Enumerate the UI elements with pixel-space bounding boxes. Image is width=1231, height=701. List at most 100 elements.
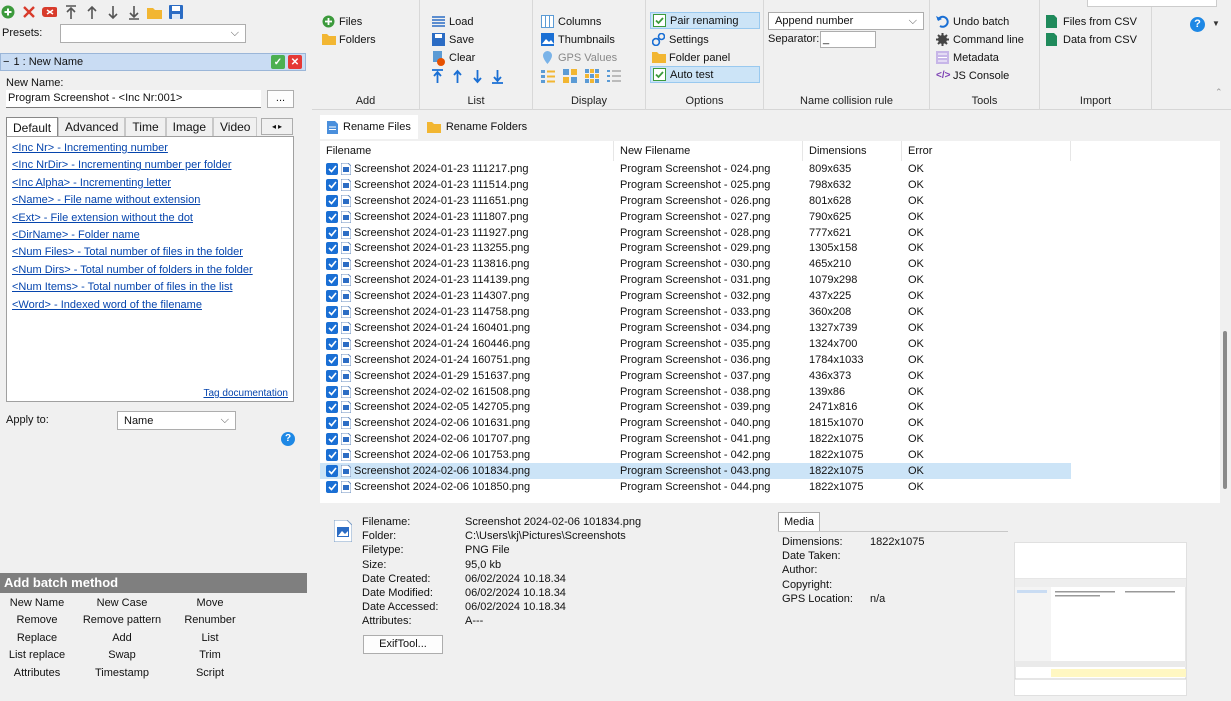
open-folder-icon[interactable] (147, 5, 162, 20)
tag-link[interactable]: <Ext> - File extension without the dot (7, 210, 293, 227)
chevron-left-icon[interactable]: ◂ (272, 122, 276, 131)
move-top-icon[interactable] (63, 4, 78, 20)
batch-method-item[interactable]: New Case (74, 597, 170, 610)
settings-button[interactable]: Settings (652, 31, 709, 48)
tab-rename-folders[interactable]: Rename Folders (420, 115, 534, 139)
row-checkbox[interactable] (326, 353, 338, 366)
list-save-button[interactable]: Save (432, 31, 474, 48)
exiftool-button[interactable]: ExifTool... (363, 635, 443, 654)
batch-method-item[interactable]: Renumber (170, 614, 250, 627)
tag-link[interactable]: <Word> - Indexed word of the filename (7, 297, 293, 314)
row-checkbox[interactable] (326, 433, 338, 446)
tag-tab-advanced[interactable]: Advanced (58, 117, 126, 136)
add-files-button[interactable]: Files (322, 13, 362, 30)
table-row[interactable]: Screenshot 2024-01-23 111217.png Program … (320, 161, 1071, 177)
move-up-icon[interactable] (84, 5, 99, 20)
move-bottom-icon[interactable] (492, 69, 503, 84)
table-row[interactable]: Screenshot 2024-01-29 151637.png Program … (320, 368, 1071, 384)
columns-button[interactable]: Columns (541, 13, 601, 30)
new-name-input[interactable]: Program Screenshot - <Inc Nr:001> (6, 90, 261, 108)
batch-method-item[interactable]: List replace (0, 649, 74, 662)
tag-link[interactable]: <Inc Nr> - Incrementing number (7, 140, 293, 157)
row-checkbox[interactable] (326, 194, 338, 207)
row-checkbox[interactable] (326, 306, 338, 319)
enable-check-icon[interactable]: ✓ (271, 55, 285, 69)
thumbnails-button[interactable]: Thumbnails (541, 31, 615, 48)
row-checkbox[interactable] (326, 210, 338, 223)
row-checkbox[interactable] (326, 242, 338, 255)
js-console-button[interactable]: </> JS Console (936, 67, 1009, 84)
tag-tab-image[interactable]: Image (165, 117, 213, 136)
table-row[interactable]: Screenshot 2024-02-06 101850.png Program … (320, 479, 1071, 495)
add-folders-button[interactable]: Folders (322, 31, 376, 48)
tag-tab-time[interactable]: Time (125, 117, 166, 136)
tag-tab-video[interactable]: Video (213, 117, 258, 136)
table-row[interactable]: Screenshot 2024-01-23 111651.png Program … (320, 193, 1071, 209)
undo-batch-button[interactable]: Undo batch (936, 13, 1009, 30)
collapse-ribbon-icon[interactable]: ⌃ (1215, 87, 1223, 98)
tag-link[interactable]: <DirName> - Folder name (7, 227, 293, 244)
table-row[interactable]: Screenshot 2024-01-23 113816.png Program … (320, 256, 1071, 272)
column-header-dimensions[interactable]: Dimensions (803, 141, 902, 161)
tag-link[interactable]: <Name> - File name without extension (7, 192, 293, 209)
table-row[interactable]: Screenshot 2024-01-23 114758.png Program … (320, 304, 1071, 320)
data-from-csv-button[interactable]: Data from CSV (1046, 31, 1137, 48)
tab-rename-files[interactable]: Rename Files (320, 115, 418, 139)
move-up-icon[interactable] (452, 69, 463, 84)
folder-panel-button[interactable]: Folder panel (652, 49, 730, 66)
row-checkbox[interactable] (326, 480, 338, 493)
batch-method-item[interactable]: Trim (170, 649, 250, 662)
table-row[interactable]: Screenshot 2024-02-05 142705.png Program … (320, 400, 1071, 416)
apply-to-select[interactable]: Name ⌵ (117, 411, 236, 430)
batch-method-item[interactable]: Timestamp (74, 667, 170, 680)
table-row[interactable]: Screenshot 2024-02-06 101631.png Program … (320, 415, 1071, 431)
table-row[interactable]: Screenshot 2024-01-23 111927.png Program … (320, 225, 1071, 241)
row-checkbox[interactable] (326, 290, 338, 303)
table-row[interactable]: Screenshot 2024-02-06 101834.png Program … (320, 463, 1071, 479)
tag-link[interactable]: <Num Dirs> - Total number of folders in … (7, 262, 293, 279)
row-checkbox[interactable] (326, 321, 338, 334)
row-checkbox[interactable] (326, 417, 338, 430)
delete-icon[interactable] (21, 5, 36, 20)
row-checkbox[interactable] (326, 385, 338, 398)
layout-tiles-icon[interactable] (563, 68, 577, 83)
table-row[interactable]: Screenshot 2024-01-23 114139.png Program … (320, 272, 1071, 288)
row-checkbox[interactable] (326, 465, 338, 478)
table-row[interactable]: Screenshot 2024-02-06 101753.png Program … (320, 447, 1071, 463)
batch-method-item[interactable]: Remove pattern (74, 614, 170, 627)
row-checkbox[interactable] (326, 401, 338, 414)
collapse-icon[interactable]: − (3, 56, 9, 68)
batch-method-item[interactable]: Move (170, 597, 250, 610)
move-down-icon[interactable] (472, 69, 483, 84)
row-checkbox[interactable] (326, 226, 338, 239)
tag-link[interactable]: <Inc Alpha> - Incrementing letter (7, 175, 293, 192)
row-checkbox[interactable] (326, 162, 338, 175)
table-row[interactable]: Screenshot 2024-02-06 101707.png Program … (320, 431, 1071, 447)
table-row[interactable]: Screenshot 2024-01-24 160401.png Program … (320, 320, 1071, 336)
command-line-button[interactable]: Command line (936, 31, 1024, 48)
scrollbar-thumb[interactable] (1223, 331, 1227, 489)
batch-method-item[interactable]: Attributes (0, 667, 74, 680)
method-header[interactable]: − 1 : New Name ✓ ✕ (0, 53, 306, 71)
move-down-icon[interactable] (105, 5, 120, 20)
pair-renaming-toggle[interactable]: Pair renaming (650, 12, 760, 29)
row-checkbox[interactable] (326, 178, 338, 191)
chevron-right-icon[interactable]: ▸ (278, 122, 282, 131)
add-icon[interactable] (0, 5, 15, 20)
remove-method-icon[interactable]: ✕ (288, 55, 302, 69)
batch-method-item[interactable]: Script (170, 667, 250, 680)
batch-method-item[interactable]: Add (74, 632, 170, 645)
table-row[interactable]: Screenshot 2024-01-23 113255.png Program … (320, 241, 1071, 257)
move-bottom-icon[interactable] (126, 5, 141, 20)
presets-select[interactable]: ⌵ (60, 24, 246, 43)
column-header-error[interactable]: Error (902, 141, 1071, 161)
table-row[interactable]: Screenshot 2024-01-23 111807.png Program … (320, 209, 1071, 225)
tab-media[interactable]: Media (778, 512, 820, 532)
vertical-scrollbar[interactable] (1220, 141, 1230, 503)
tag-tab-default[interactable]: Default (6, 117, 59, 137)
row-checkbox[interactable] (326, 337, 338, 350)
batch-method-item[interactable]: Remove (0, 614, 74, 627)
tag-link[interactable]: <Inc NrDir> - Incrementing number per fo… (7, 157, 293, 174)
list-clear-button[interactable]: Clear (432, 49, 475, 66)
metadata-button[interactable]: Metadata (936, 49, 999, 66)
